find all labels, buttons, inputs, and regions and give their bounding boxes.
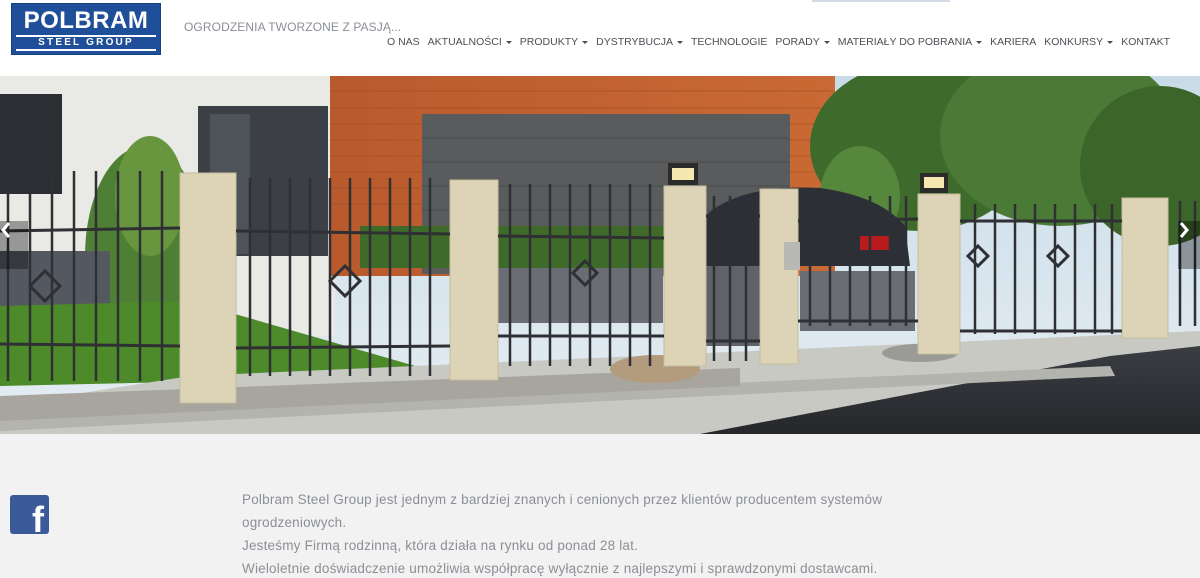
nav-label: KONKURSY: [1044, 36, 1104, 48]
about-text: Polbram Steel Group jest jednym z bardzi…: [242, 488, 932, 578]
chevron-right-icon: [1179, 222, 1189, 238]
main-nav: O NAS AKTUALNOŚCI PRODUKTY DYSTRYBUCJA T…: [383, 36, 1174, 48]
caret-down-icon: [976, 40, 983, 44]
logo-subname: STEEL GROUP: [38, 37, 134, 48]
caret-down-icon: [1107, 40, 1114, 44]
about-line: Polbram Steel Group jest jednym z bardzi…: [242, 492, 883, 530]
nav-item-aktualnosci[interactable]: AKTUALNOŚCI: [424, 36, 516, 48]
nav-item-kontakt[interactable]: KONTAKT: [1117, 36, 1174, 48]
nav-label: DYSTRYBUCJA: [596, 36, 673, 48]
slider-prev-button[interactable]: [0, 221, 28, 269]
about-section: f Polbram Steel Group jest jednym z bard…: [0, 434, 1200, 578]
caret-down-icon: [823, 40, 830, 44]
caret-down-icon: [582, 40, 589, 44]
nav-item-materialy[interactable]: MATERIAŁY DO POBRANIA: [834, 36, 986, 48]
nav-label: AKTUALNOŚCI: [427, 36, 502, 48]
chevron-left-icon: [1, 222, 11, 238]
top-accent-strip: [812, 0, 950, 2]
nav-label: TECHNOLOGIE: [690, 36, 768, 48]
nav-item-o-nas[interactable]: O NAS: [383, 36, 424, 48]
nav-label: O NAS: [386, 36, 420, 48]
slider-next-button[interactable]: [1178, 221, 1200, 269]
facebook-icon: f: [32, 499, 44, 535]
nav-item-porady[interactable]: PORADY: [771, 36, 833, 48]
nav-item-produkty[interactable]: PRODUKTY: [516, 36, 592, 48]
hero-slider[interactable]: [0, 76, 1200, 434]
nav-item-kariera[interactable]: KARIERA: [986, 36, 1040, 48]
nav-item-technologie[interactable]: TECHNOLOGIE: [687, 36, 771, 48]
nav-item-dystrybucja[interactable]: DYSTRYBUCJA: [592, 36, 687, 48]
nav-label: PORADY: [775, 36, 820, 48]
site-tagline: OGRODZENIA TWORZONE Z PASJĄ...: [184, 20, 402, 34]
site-header: POLBRAM STEEL GROUP OGRODZENIA TWORZONE …: [0, 0, 1200, 76]
logo-rule-bottom: [16, 49, 156, 51]
about-line: Jesteśmy Firmą rodzinną, która działa na…: [242, 538, 639, 553]
nav-label: MATERIAŁY DO POBRANIA: [837, 36, 973, 48]
nav-item-konkursy[interactable]: KONKURSY: [1040, 36, 1117, 48]
caret-down-icon: [505, 40, 512, 44]
facebook-link[interactable]: f: [10, 495, 49, 534]
nav-label: KARIERA: [990, 36, 1037, 48]
logo-name: POLBRAM: [23, 7, 149, 34]
caret-down-icon: [676, 40, 683, 44]
about-line: Wieloletnie doświadczenie umożliwia wspó…: [242, 561, 878, 576]
hero-fence-image: [0, 76, 1200, 434]
nav-label: PRODUKTY: [519, 36, 579, 48]
nav-label: KONTAKT: [1121, 36, 1170, 48]
polbram-logo[interactable]: POLBRAM STEEL GROUP: [11, 3, 161, 55]
